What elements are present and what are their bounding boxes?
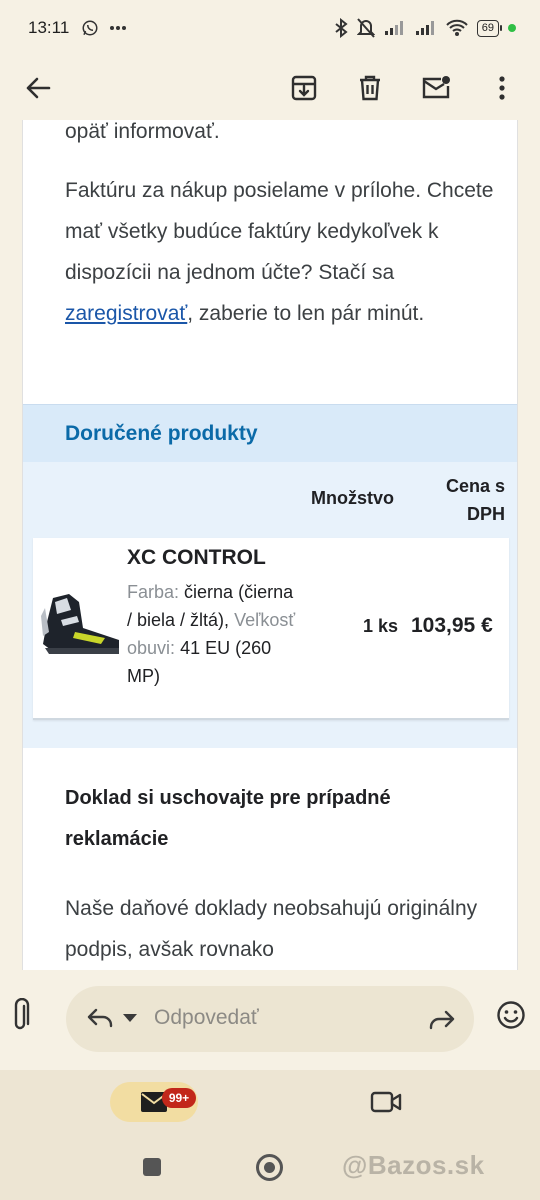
color-label: Farba: <box>127 582 180 602</box>
emoji-icon <box>497 1001 525 1029</box>
app-bar <box>0 56 540 120</box>
bottom-nav: 99+ @Bazos.sk <box>0 1070 540 1200</box>
status-time: 13:11 <box>28 18 70 37</box>
signal-icon <box>384 21 403 35</box>
meet-tab[interactable] <box>362 1084 410 1120</box>
mark-unread-button[interactable] <box>414 66 458 110</box>
more-options-button[interactable] <box>480 66 524 110</box>
whatsapp-icon <box>82 20 98 36</box>
column-header-quantity: Množstvo <box>311 488 394 508</box>
trash-icon <box>360 75 380 101</box>
column-header-price: Cena s DPH <box>445 476 505 524</box>
home-button[interactable] <box>256 1154 283 1181</box>
back-button[interactable] <box>16 66 60 110</box>
bluetooth-icon <box>335 18 348 38</box>
forward-icon[interactable] <box>428 1004 456 1032</box>
intro-paragraph: Faktúru za nákup posielame v prílohe. Ch… <box>65 179 494 325</box>
green-dot <box>508 24 516 32</box>
battery-icon: 69 <box>476 19 503 37</box>
dropdown-icon[interactable] <box>122 1013 138 1023</box>
reply-bar: Odpovedať <box>0 970 540 1070</box>
document-paragraph: Naše daňové doklady neobsahujú origináln… <box>65 897 478 961</box>
video-icon <box>370 1091 402 1113</box>
products-table: Množstvo Cena s DPH XC CONTROL Farba: či… <box>23 462 517 748</box>
email-body: opäť informovať. Faktúru za nákup posiel… <box>22 110 518 970</box>
reply-icon[interactable] <box>86 1006 114 1030</box>
unread-badge: 99+ <box>162 1088 196 1108</box>
mark-unread-icon <box>422 76 450 99</box>
archive-button[interactable] <box>282 66 326 110</box>
recents-button[interactable] <box>143 1158 161 1176</box>
more-dots-icon <box>110 26 127 30</box>
status-right-icons: 69 <box>334 18 516 38</box>
clipped-text: opäť informovať. <box>65 120 220 143</box>
back-arrow-icon <box>26 77 51 99</box>
product-name: XC CONTROL <box>127 546 266 569</box>
signal-icon <box>415 21 434 35</box>
status-left-icons <box>81 19 127 37</box>
delete-button[interactable] <box>348 66 392 110</box>
emoji-button[interactable] <box>496 1000 526 1035</box>
product-quantity: 1 ks <box>363 616 399 636</box>
wifi-icon <box>446 19 468 36</box>
reply-input[interactable]: Odpovedať <box>66 986 474 1052</box>
archive-icon <box>291 75 317 101</box>
delivered-products-heading: Doručené produkty <box>23 404 517 462</box>
status-bar: 13:11 69 <box>0 0 540 56</box>
reply-placeholder: Odpovedať <box>154 1006 259 1029</box>
product-attributes: Farba: čierna (čierna / biela / žltá), V… <box>127 578 297 690</box>
product-price: 103,95 € <box>411 614 493 637</box>
bell-off-icon <box>356 18 375 38</box>
register-link[interactable]: zaregistrovať <box>65 302 187 325</box>
more-vert-icon <box>499 76 505 100</box>
watermark-text: @Bazos.sk <box>342 1150 485 1180</box>
ski-boot-image <box>41 594 119 654</box>
attach-button[interactable] <box>10 997 30 1037</box>
mail-tab[interactable]: 99+ <box>110 1082 198 1122</box>
product-row: XC CONTROL Farba: čierna (čierna / biela… <box>33 538 509 720</box>
paperclip-icon <box>14 997 30 1030</box>
document-heading: Doklad si uschovajte pre prípadné reklam… <box>65 787 391 850</box>
